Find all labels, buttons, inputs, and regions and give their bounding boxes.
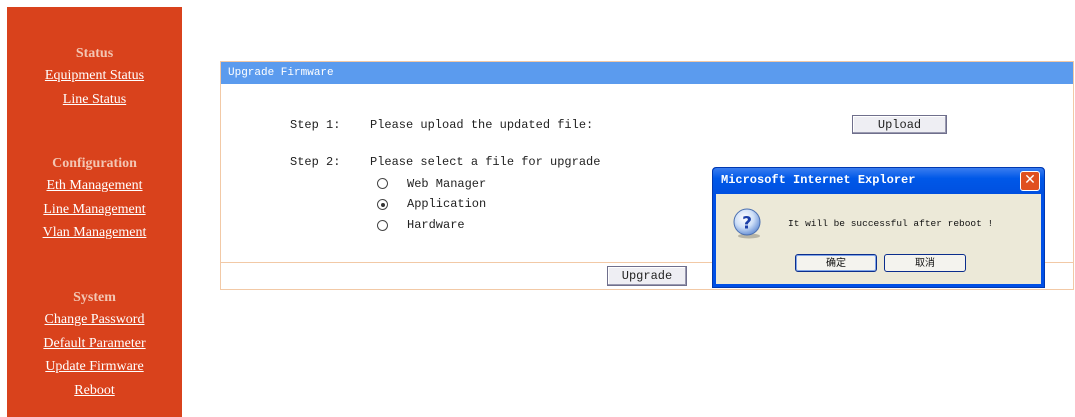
- close-icon[interactable]: ✕: [1020, 171, 1040, 191]
- sidebar-item-line-status[interactable]: Line Status: [7, 88, 182, 112]
- question-icon: ?: [733, 208, 761, 239]
- option-application-label: Application: [407, 197, 487, 211]
- sidebar-heading-configuration: Configuration: [52, 156, 137, 171]
- radio-hardware[interactable]: [377, 220, 388, 231]
- step1-label: Step 1:: [290, 118, 341, 132]
- radio-web-manager[interactable]: [377, 178, 388, 189]
- sidebar-item-equipment-status[interactable]: Equipment Status: [7, 64, 182, 88]
- sidebar-section-system: System Change Password Default Parameter…: [7, 288, 182, 402]
- ok-button[interactable]: 确定: [795, 254, 877, 272]
- sidebar-item-default-parameter[interactable]: Default Parameter: [7, 332, 182, 356]
- sidebar-heading-status: Status: [75, 46, 114, 61]
- sidebar-section-configuration: Configuration Eth Management Line Manage…: [7, 154, 182, 245]
- step1-text: Please upload the updated file:: [370, 118, 594, 132]
- option-hardware-label: Hardware: [407, 218, 465, 232]
- dialog-titlebar[interactable]: Microsoft Internet Explorer ✕: [713, 168, 1044, 194]
- cancel-button[interactable]: 取消: [884, 254, 966, 272]
- step2-label: Step 2:: [290, 155, 341, 169]
- sidebar-item-line-management[interactable]: Line Management: [7, 198, 182, 222]
- sidebar-nav: Status Equipment Status Line Status Conf…: [7, 7, 182, 417]
- sidebar-item-update-firmware[interactable]: Update Firmware: [7, 355, 182, 379]
- sidebar-item-vlan-management[interactable]: Vlan Management: [7, 221, 182, 245]
- step2-text: Please select a file for upgrade: [370, 155, 601, 169]
- confirm-dialog: Microsoft Internet Explorer ✕ ? It will …: [712, 167, 1045, 288]
- sidebar-section-status: Status Equipment Status Line Status: [7, 44, 182, 111]
- sidebar-item-eth-management[interactable]: Eth Management: [7, 174, 182, 198]
- dialog-body: ? It will be successful after reboot ! 确…: [716, 194, 1041, 284]
- panel-title: Upgrade Firmware: [221, 62, 1073, 84]
- sidebar-item-change-password[interactable]: Change Password: [7, 308, 182, 332]
- radio-application[interactable]: [377, 199, 388, 210]
- dialog-message: It will be successful after reboot !: [788, 218, 994, 229]
- dialog-title: Microsoft Internet Explorer: [721, 173, 916, 187]
- upgrade-button[interactable]: Upgrade: [607, 266, 687, 286]
- sidebar-item-reboot[interactable]: Reboot: [7, 379, 182, 403]
- option-web-manager-label: Web Manager: [407, 177, 487, 191]
- sidebar-heading-system: System: [73, 290, 116, 305]
- upload-button[interactable]: Upload: [852, 115, 947, 134]
- page: Status Equipment Status Line Status Conf…: [0, 0, 1075, 417]
- svg-text:?: ?: [742, 214, 752, 234]
